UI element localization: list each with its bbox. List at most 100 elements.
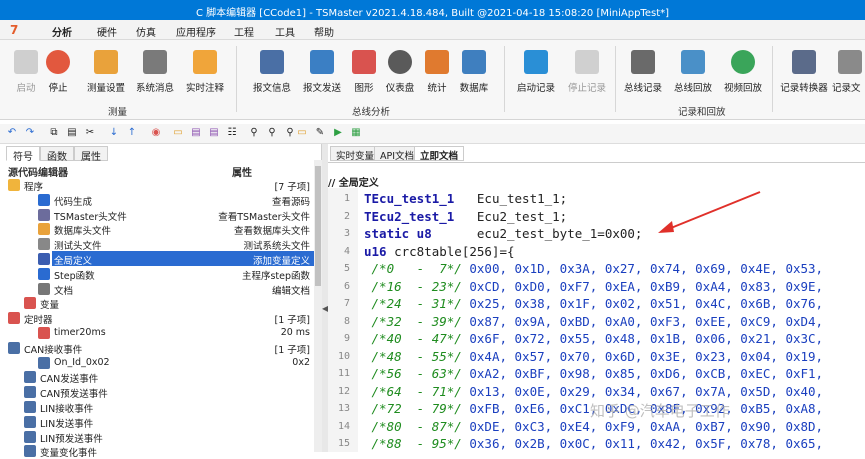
bus-replay-button[interactable]: 总线回放: [667, 46, 719, 94]
code-values: 0x87, 0x9A, 0xBD, 0xA0, 0xF3, 0xEE, 0xC9…: [461, 313, 824, 329]
tree-item[interactable]: 文档 编辑文档: [0, 282, 316, 297]
code-comment: /*88 - 95*/: [364, 436, 462, 451]
stop-button[interactable]: 停止: [32, 46, 84, 94]
open-folder-icon[interactable]: ▭: [172, 127, 184, 139]
menu-simulation[interactable]: 仿真: [136, 24, 156, 39]
code-text: TEcu_test1_1 Ecu_test1_1;: [364, 191, 567, 206]
tree-item-label: 文档: [54, 285, 74, 297]
send-mail-icon: [310, 50, 334, 74]
tree-item[interactable]: LIN发送事件: [0, 415, 316, 430]
message-info-button[interactable]: 报文信息: [246, 46, 298, 94]
lin-tx-icon: [24, 415, 36, 428]
tree-item-label: On_Id_0x02: [54, 356, 110, 368]
column-header-source: 源代码编辑器: [8, 168, 68, 179]
code-text: static u8 ecu2_test_byte_1=0x00;: [364, 226, 642, 241]
tree-item[interactable]: timer20ms 20 ms: [0, 326, 316, 341]
move-down-icon[interactable]: ↓: [108, 127, 120, 139]
tab-symbols[interactable]: 符号: [6, 146, 40, 163]
tree-item[interactable]: Step函数 主程序step函数: [0, 267, 316, 282]
save-icon[interactable]: ▤: [190, 127, 202, 139]
tab-functions[interactable]: 函数: [40, 146, 74, 163]
code-comment: /*56 - 63*/: [364, 366, 462, 381]
build-icon[interactable]: ▦: [350, 127, 362, 139]
bus-record-button[interactable]: 总线记录: [617, 46, 669, 94]
code-values: 0xA2, 0xBF, 0x98, 0x85, 0xD6, 0xCB, 0xEC…: [461, 366, 824, 381]
tree-item[interactable]: 变量: [0, 296, 316, 311]
copy-icon[interactable]: ⧉: [48, 127, 60, 139]
menu-hardware[interactable]: 硬件: [97, 24, 117, 39]
start-recording-button[interactable]: 启动记录: [510, 46, 562, 94]
line-number: 10: [337, 350, 350, 362]
code-keyword: TEcu2_test_1: [364, 208, 455, 224]
stop-recording-button[interactable]: 停止记录: [561, 46, 613, 94]
compile-icon[interactable]: ✎: [314, 127, 326, 139]
paste-icon[interactable]: ▤: [66, 127, 78, 139]
tree-item[interactable]: 定时器 [1 子项]: [0, 311, 316, 326]
system-messages-button[interactable]: 系统消息: [129, 46, 181, 94]
code-values: 0x13, 0x0E, 0x29, 0x34, 0x67, 0x7A, 0x5D…: [461, 383, 824, 399]
group-bus-analysis: 总线分析: [352, 107, 391, 118]
cut-icon[interactable]: ✂: [84, 127, 96, 139]
video-replay-button[interactable]: 视频回放: [717, 46, 769, 94]
color-wheel-icon[interactable]: ◉: [150, 127, 162, 139]
tree-item[interactable]: LIN预发送事件: [0, 430, 316, 445]
menu-project[interactable]: 工程: [234, 24, 254, 39]
export-icon[interactable]: ☷: [226, 127, 238, 139]
run-icon[interactable]: ▶: [332, 127, 344, 139]
code-text: /*32 - 39*/ 0x87, 0x9A, 0xBD, 0xA0, 0xF3…: [364, 313, 824, 329]
tree-item[interactable]: 全局定义 添加变量定义: [0, 251, 316, 267]
tree-item[interactable]: CAN预发送事件: [0, 385, 316, 400]
tab-immediate-docs[interactable]: 立即文档: [414, 146, 465, 162]
tree-scrollbar-thumb[interactable]: [315, 166, 321, 286]
code-values: 0x4A, 0x57, 0x70, 0x6D, 0x3E, 0x23, 0x04…: [461, 348, 824, 364]
tab-properties[interactable]: 属性: [74, 146, 108, 163]
tree-item[interactable]: 测试头文件 测试系统头文件: [0, 237, 316, 252]
measure-settings-button[interactable]: 测量设置: [80, 46, 132, 94]
record-file-button[interactable]: 记录文: [832, 46, 865, 94]
tree-item[interactable]: CAN发送事件: [0, 370, 316, 385]
tree-item-label: Step函数: [54, 270, 95, 282]
code-line: 5 /*0 - 7*/ 0x00, 0x1D, 0x3A, 0x27, 0x74…: [328, 260, 865, 279]
lin-rx-icon: [24, 401, 36, 413]
replace-icon[interactable]: ⚲: [284, 127, 296, 139]
find-icon[interactable]: ⚲: [248, 127, 260, 139]
tree-item[interactable]: 代码生成 查看源码: [0, 193, 316, 208]
move-up-icon[interactable]: ↑: [126, 127, 138, 139]
file-icon: [838, 50, 862, 74]
tree-item[interactable]: 程序 [7 子项]: [0, 178, 316, 193]
folder-icon[interactable]: ▭: [296, 127, 308, 139]
tree-item[interactable]: LIN接收事件: [0, 400, 316, 415]
record-converter-button[interactable]: 记录转换器: [778, 46, 830, 94]
redo-icon[interactable]: ↷: [24, 127, 36, 139]
lin-pretx-icon: [24, 430, 36, 443]
code-values: 0xCD, 0xD0, 0xF7, 0xEA, 0xB9, 0xA4, 0x83…: [461, 278, 824, 294]
code-line: 4 u16 crc8table[256]={: [328, 243, 865, 262]
tree-item[interactable]: On_Id_0x02 0x2: [0, 356, 316, 371]
code-rest: crc8table[256]={: [386, 243, 515, 259]
line-number: 1: [343, 193, 350, 204]
find-next-icon[interactable]: ⚲: [266, 127, 278, 139]
line-number: 6: [343, 280, 350, 292]
menu-tools[interactable]: 工具: [275, 24, 295, 39]
converter-icon: [792, 50, 816, 74]
line-number: 8: [343, 315, 350, 327]
save-as-icon[interactable]: ▤: [208, 127, 220, 139]
title-bar: C 脚本编辑器 [CCode1] - TSMaster v2021.4.18.4…: [0, 0, 865, 20]
tree-item[interactable]: CAN接收事件 [1 子项]: [0, 341, 316, 356]
line-number: 4: [343, 245, 350, 257]
menu-application[interactable]: 应用程序: [176, 24, 216, 39]
tree-item[interactable]: 数据库头文件 查看数据库头文件: [0, 222, 316, 237]
database-button[interactable]: 数据库: [448, 46, 500, 94]
ribbon-separator: [236, 46, 237, 112]
tab-live-variables[interactable]: 实时变量: [330, 146, 381, 162]
tree-item-label: CAN接收事件: [24, 344, 83, 356]
code-values: 0x6F, 0x72, 0x55, 0x48, 0x1B, 0x06, 0x21…: [461, 331, 824, 346]
tree-item[interactable]: TSMaster头文件 查看TSMaster头文件: [0, 208, 316, 223]
code-line: 12 /*64 - 71*/ 0x13, 0x0E, 0x29, 0x34, 0…: [328, 383, 865, 402]
realtime-notes-button[interactable]: 实时注释: [179, 46, 231, 94]
code-line: 8 /*32 - 39*/ 0x87, 0x9A, 0xBD, 0xA0, 0x…: [328, 313, 865, 332]
ribbon-separator: [772, 46, 773, 112]
video-play-icon: [731, 50, 755, 74]
menu-help[interactable]: 帮助: [314, 24, 334, 39]
undo-icon[interactable]: ↶: [6, 127, 18, 139]
